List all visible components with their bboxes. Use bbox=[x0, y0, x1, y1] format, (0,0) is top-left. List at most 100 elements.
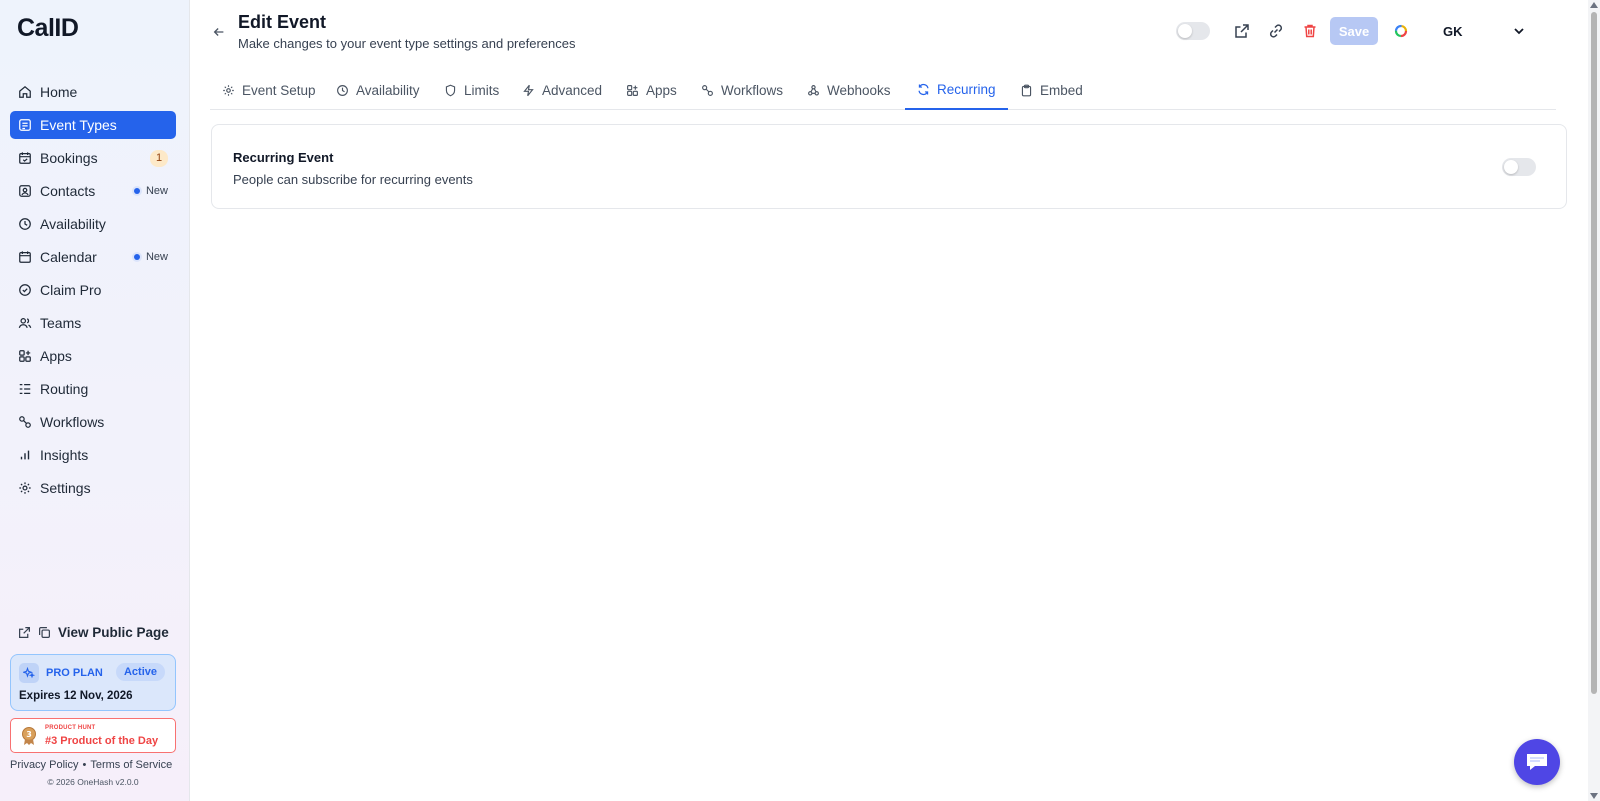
tab-embed[interactable]: Embed bbox=[1008, 70, 1095, 110]
tab-webhooks[interactable]: Webhooks bbox=[795, 70, 903, 110]
tab-limits[interactable]: Limits bbox=[432, 70, 511, 110]
back-arrow-icon[interactable] bbox=[212, 25, 226, 39]
sidebar-item-routing[interactable]: Routing bbox=[10, 375, 176, 403]
refresh-icon bbox=[918, 83, 929, 95]
apps-icon bbox=[627, 84, 638, 96]
sidebar-nav: Home Event Types Bookings 1 Contacts New… bbox=[10, 78, 176, 507]
sidebar-item-teams[interactable]: Teams bbox=[10, 309, 176, 337]
page-title: Edit Event bbox=[238, 12, 327, 32]
copy-icon bbox=[39, 627, 50, 638]
sidebar-item-label: Teams bbox=[40, 315, 82, 331]
trash-icon[interactable] bbox=[1302, 23, 1318, 39]
sidebar-item-label: Event Types bbox=[40, 117, 117, 133]
sidebar-item-event-types[interactable]: Event Types bbox=[10, 111, 176, 139]
user-initials[interactable]: GK bbox=[1443, 24, 1463, 39]
svg-text:3: 3 bbox=[26, 730, 32, 739]
bolt-icon bbox=[523, 84, 534, 96]
tab-label: Embed bbox=[1040, 82, 1083, 98]
sidebar-item-home[interactable]: Home bbox=[10, 78, 176, 106]
new-badge-label: New bbox=[145, 251, 168, 263]
color-wheel-icon[interactable] bbox=[1393, 23, 1409, 39]
claim-pro-icon bbox=[19, 284, 31, 296]
product-hunt-kicker: PRODUCT HUNT bbox=[45, 725, 96, 731]
app-logo[interactable]: CalID bbox=[17, 14, 79, 43]
scrollbar-thumb[interactable] bbox=[1591, 12, 1597, 694]
recurring-event-toggle[interactable] bbox=[1502, 158, 1536, 176]
product-hunt-badge[interactable]: 3 PRODUCT HUNT #3 Product of the Day bbox=[10, 718, 176, 753]
bar-chart-icon bbox=[20, 450, 30, 460]
clock-icon bbox=[337, 84, 348, 96]
sidebar-item-label: Workflows bbox=[40, 414, 105, 430]
terms-of-service-link[interactable]: Terms of Service bbox=[90, 759, 172, 771]
sidebar-item-workflows[interactable]: Workflows bbox=[10, 408, 176, 436]
product-hunt-title: #3 Product of the Day bbox=[45, 735, 159, 747]
new-badge-label: New bbox=[145, 185, 168, 197]
tab-apps[interactable]: Apps bbox=[614, 70, 689, 110]
sidebar-item-label: Settings bbox=[40, 480, 91, 496]
sidebar-item-label: Calendar bbox=[40, 249, 97, 265]
sidebar-item-label: Bookings bbox=[40, 150, 98, 166]
tab-label: Event Setup bbox=[242, 82, 316, 98]
tab-label: Recurring bbox=[937, 81, 996, 97]
workflows-icon bbox=[19, 416, 31, 428]
tab-label: Apps bbox=[646, 82, 677, 98]
bookings-count-badge: 1 bbox=[150, 149, 168, 167]
sidebar-item-label: Apps bbox=[40, 348, 72, 364]
contacts-icon bbox=[19, 185, 31, 197]
view-public-page-link[interactable]: View Public Page bbox=[18, 625, 169, 640]
tab-label: Availability bbox=[356, 82, 420, 98]
link-icon[interactable] bbox=[1268, 23, 1284, 39]
calendar-check-icon bbox=[19, 152, 31, 164]
scroll-down-icon[interactable] bbox=[1590, 793, 1598, 799]
tab-label: Limits bbox=[464, 82, 500, 98]
sidebar-item-bookings[interactable]: Bookings 1 bbox=[10, 144, 176, 172]
chevron-down-icon[interactable] bbox=[1511, 23, 1527, 39]
main-content: Edit Event Make changes to your event ty… bbox=[190, 0, 1588, 801]
sidebar-item-settings[interactable]: Settings bbox=[10, 474, 176, 502]
sidebar-item-label: Routing bbox=[40, 381, 89, 397]
tab-label: Workflows bbox=[721, 82, 784, 98]
gear-icon bbox=[223, 84, 234, 96]
tab-recurring[interactable]: Recurring bbox=[905, 70, 1008, 110]
view-public-page-label: View Public Page bbox=[58, 625, 169, 640]
sidebar-item-label: Home bbox=[40, 84, 78, 100]
tab-advanced[interactable]: Advanced bbox=[510, 70, 614, 110]
tab-workflows[interactable]: Workflows bbox=[689, 70, 795, 110]
gear-icon bbox=[19, 482, 31, 494]
privacy-policy-link[interactable]: Privacy Policy bbox=[10, 759, 78, 771]
scroll-up-icon[interactable] bbox=[1590, 2, 1598, 8]
tab-label: Webhooks bbox=[827, 82, 891, 98]
tab-availability[interactable]: Availability bbox=[324, 70, 432, 110]
sidebar-item-contacts[interactable]: Contacts New bbox=[10, 177, 176, 205]
sidebar-item-insights[interactable]: Insights bbox=[10, 441, 176, 469]
sidebar-item-label: Availability bbox=[40, 216, 106, 232]
recurring-event-description: People can subscribe for recurring event… bbox=[233, 172, 473, 187]
recurring-event-title: Recurring Event bbox=[233, 150, 334, 165]
hidden-toggle[interactable] bbox=[1176, 22, 1210, 40]
footer-separator: • bbox=[82, 759, 87, 771]
pro-plan-expiry: Expires 12 Nov, 2026 bbox=[19, 690, 133, 702]
sidebar-item-label: Insights bbox=[40, 447, 89, 463]
tab-bar: Event Setup Availability Limits Advanced… bbox=[210, 70, 1556, 110]
apps-icon bbox=[19, 350, 31, 362]
tab-event-setup[interactable]: Event Setup bbox=[210, 70, 328, 110]
sidebar-item-claim-pro[interactable]: Claim Pro bbox=[10, 276, 176, 304]
sidebar-item-label: Claim Pro bbox=[40, 282, 102, 298]
pro-plan-card[interactable]: PRO PLAN Active Expires 12 Nov, 2026 bbox=[10, 654, 176, 711]
status-badge: Active bbox=[115, 663, 165, 681]
medal-icon: 3 bbox=[22, 727, 36, 745]
workflows-icon bbox=[702, 84, 713, 96]
external-link-icon[interactable] bbox=[1234, 23, 1250, 39]
webhook-icon bbox=[808, 84, 819, 96]
save-button[interactable]: Save bbox=[1330, 17, 1378, 45]
new-badge: New bbox=[133, 251, 168, 263]
sidebar-item-apps[interactable]: Apps bbox=[10, 342, 176, 370]
copyright: © 2026 OneHash v2.0.0 bbox=[47, 777, 139, 787]
page-scrollbar[interactable] bbox=[1588, 0, 1600, 801]
users-icon bbox=[18, 318, 32, 328]
sidebar-item-calendar[interactable]: Calendar New bbox=[10, 243, 176, 271]
sidebar-item-availability[interactable]: Availability bbox=[10, 210, 176, 238]
page-subtitle: Make changes to your event type settings… bbox=[238, 36, 576, 51]
home-icon bbox=[19, 85, 31, 98]
chat-widget-button[interactable] bbox=[1514, 739, 1560, 785]
